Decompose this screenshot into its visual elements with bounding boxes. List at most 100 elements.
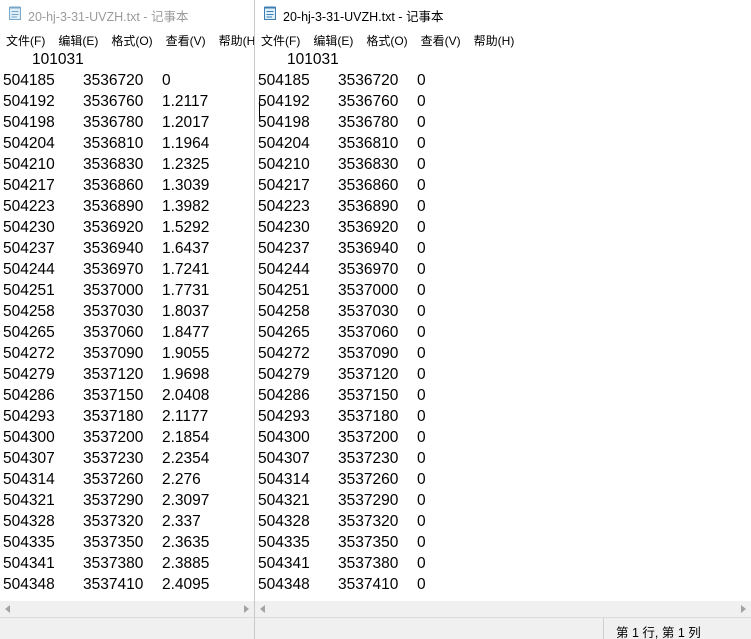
y-coordinate: 3537200 [338,429,399,446]
x-coordinate: 504258 [258,303,310,320]
x-coordinate: 504223 [3,198,55,215]
y-coordinate: 3537150 [83,387,144,404]
x-coordinate: 504230 [3,219,55,236]
menu-file[interactable]: 文件(F) [255,29,307,49]
x-coordinate: 504341 [258,555,310,572]
x-coordinate: 504198 [3,114,55,131]
scroll-left-arrow-icon[interactable] [5,605,10,613]
y-coordinate: 3536890 [338,198,399,215]
y-coordinate: 3536860 [83,177,144,194]
value: 2.4095 [162,576,210,593]
x-coordinate: 504251 [258,282,310,299]
value: 0 [417,240,426,257]
menu-edit[interactable]: 编辑(E) [52,29,105,49]
value: 1.2325 [162,156,210,173]
value: 2.3885 [162,555,210,572]
text-editor-area[interactable]: 101031 504185 3536720 0 504192 3536760 0 504198… [255,49,751,601]
menu-help[interactable]: 帮助(H) [213,29,254,49]
menu-view[interactable]: 查看(V) [415,29,468,49]
notepad-icon [9,6,21,20]
value: 0 [417,387,426,404]
y-coordinate: 3536970 [338,261,399,278]
x-coordinate: 504237 [3,240,55,257]
y-coordinate: 3537230 [83,450,144,467]
x-coordinate: 504307 [3,450,55,467]
value: 0 [417,177,426,194]
y-coordinate: 3537320 [83,513,144,530]
x-coordinate: 504341 [3,555,55,572]
value: 0 [417,93,426,110]
menu-format[interactable]: 格式(O) [360,29,414,49]
horizontal-scrollbar[interactable] [255,601,751,617]
x-coordinate: 504293 [258,408,310,425]
x-coordinate: 504300 [258,429,310,446]
y-coordinate: 3537380 [83,555,144,572]
y-coordinate: 3537150 [338,387,399,404]
x-coordinate: 504328 [3,513,55,530]
x-coordinate: 504217 [258,177,310,194]
x-coordinate: 504272 [3,345,55,362]
value: 0 [417,282,426,299]
x-coordinate: 504265 [258,324,310,341]
horizontal-scrollbar[interactable] [0,601,254,617]
y-coordinate: 3537030 [83,303,144,320]
y-coordinate: 3536860 [338,177,399,194]
x-coordinate: 504279 [3,366,55,383]
scroll-right-arrow-icon[interactable] [244,605,249,613]
value: 0 [417,324,426,341]
y-coordinate: 3537120 [338,366,399,383]
value: 1.7731 [162,282,210,299]
menu-view[interactable]: 查看(V) [160,29,213,49]
y-coordinate: 3537290 [83,492,144,509]
value: 0 [417,135,426,152]
y-coordinate: 3536940 [83,240,144,257]
value: 0 [417,366,426,383]
value: 0 [417,450,426,467]
y-coordinate: 3537060 [338,324,399,341]
x-coordinate: 504192 [3,93,55,110]
x-coordinate: 504210 [258,156,310,173]
x-coordinate: 504198 [258,114,310,131]
menu-file[interactable]: 文件(F) [0,29,52,49]
x-coordinate: 504244 [3,261,55,278]
x-coordinate: 504348 [3,576,55,593]
value: 1.3982 [162,198,210,215]
y-coordinate: 3537320 [338,513,399,530]
value: 0 [417,303,426,320]
scroll-left-arrow-icon[interactable] [260,605,265,613]
title-bar[interactable]: 20-hj-3-31-UVZH.txt - 记事本 [255,0,751,28]
value: 0 [417,219,426,236]
header-value: 101031 [32,51,84,68]
y-coordinate: 3537120 [83,366,144,383]
y-coordinate: 3537060 [83,324,144,341]
y-coordinate: 3537000 [83,282,144,299]
scroll-right-arrow-icon[interactable] [741,605,746,613]
x-coordinate: 504286 [258,387,310,404]
value: 2.3097 [162,492,210,509]
text-editor-area[interactable]: 101031 504185 3536720 0 504192 3536760 1.2117 5… [0,49,254,601]
y-coordinate: 3536920 [338,219,399,236]
value: 2.337 [162,513,201,530]
x-coordinate: 504300 [3,429,55,446]
y-coordinate: 3536780 [83,114,144,131]
menu-edit[interactable]: 编辑(E) [307,29,360,49]
y-coordinate: 3536830 [338,156,399,173]
y-coordinate: 3537260 [338,471,399,488]
y-coordinate: 3536810 [83,135,144,152]
notepad-window-left[interactable]: 20-hj-3-31-UVZH.txt - 记事本 文件(F) 编辑(E) 格式… [0,0,254,639]
x-coordinate: 504335 [3,534,55,551]
y-coordinate: 3537000 [338,282,399,299]
notepad-window-right[interactable]: 20-hj-3-31-UVZH.txt - 记事本 文件(F) 编辑(E) 格式… [255,0,751,639]
title-bar[interactable]: 20-hj-3-31-UVZH.txt - 记事本 [0,0,254,28]
value: 1.9698 [162,366,210,383]
menu-format[interactable]: 格式(O) [105,29,159,49]
y-coordinate: 3536810 [338,135,399,152]
y-coordinate: 3537260 [83,471,144,488]
value: 1.2017 [162,114,210,131]
value: 1.8037 [162,303,210,320]
value: 0 [417,408,426,425]
y-coordinate: 3537180 [83,408,144,425]
value: 1.5292 [162,219,210,236]
x-coordinate: 504279 [258,366,310,383]
menu-help[interactable]: 帮助(H) [468,29,522,49]
